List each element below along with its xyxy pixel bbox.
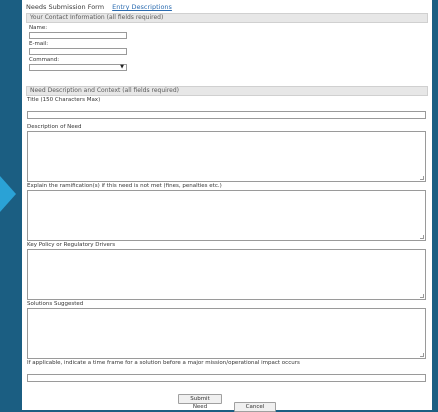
title-label: Title (150 Characters Max) xyxy=(27,97,101,103)
contact-section: Name: E-mail: Command: ▼ xyxy=(26,23,428,71)
form-title: Needs Submission Form xyxy=(26,3,105,11)
resize-handle-icon[interactable] xyxy=(420,353,424,357)
email-label: E-mail: xyxy=(29,41,49,47)
decorative-arrow xyxy=(0,176,16,212)
chevron-down-icon: ▼ xyxy=(120,64,124,70)
ramification-label: Explain the ramification(s) if this need… xyxy=(27,183,222,189)
contact-section-header: Your Contact Information (all fields req… xyxy=(26,13,428,23)
name-field[interactable] xyxy=(29,32,127,39)
ramification-textarea[interactable] xyxy=(27,190,426,241)
name-label: Name: xyxy=(29,25,48,31)
needs-submission-form: Needs Submission Form Entry Descriptions… xyxy=(22,0,432,412)
need-section: Title (150 Characters Max) Description o… xyxy=(26,97,428,386)
need-section-header: Need Description and Context (all fields… xyxy=(26,86,428,96)
submit-need-button[interactable]: Submit Need xyxy=(178,394,222,410)
description-textarea[interactable] xyxy=(27,131,426,182)
command-select[interactable]: ▼ xyxy=(29,64,127,71)
title-field[interactable] xyxy=(27,110,426,119)
solutions-label: Solutions Suggested xyxy=(27,301,84,307)
resize-handle-icon[interactable] xyxy=(420,176,424,180)
entry-descriptions-link[interactable]: Entry Descriptions xyxy=(112,3,172,11)
email-field[interactable] xyxy=(29,48,127,55)
description-label: Description of Need xyxy=(27,124,82,130)
command-label: Command: xyxy=(29,57,60,63)
timeframe-label: If applicable, indicate a time frame for… xyxy=(27,360,300,366)
cancel-button[interactable]: Cancel xyxy=(234,402,276,412)
drivers-label: Key Policy or Regulatory Drivers xyxy=(27,242,116,248)
form-buttons: Submit Need Cancel xyxy=(26,394,428,412)
resize-handle-icon[interactable] xyxy=(420,235,424,239)
solutions-textarea[interactable] xyxy=(27,308,426,359)
form-title-line: Needs Submission Form Entry Descriptions xyxy=(26,3,428,12)
resize-handle-icon[interactable] xyxy=(420,294,424,298)
timeframe-field[interactable] xyxy=(27,373,426,382)
drivers-textarea[interactable] xyxy=(27,249,426,300)
